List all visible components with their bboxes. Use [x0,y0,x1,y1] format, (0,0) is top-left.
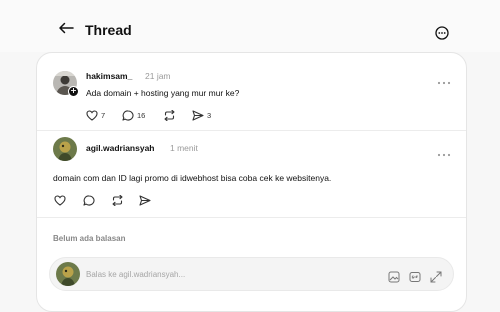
gif-button[interactable] [409,270,421,282]
repost-icon [164,110,175,121]
post-text: domain com dan ID lagi promo di idwebhos… [53,173,332,183]
repost-button[interactable] [111,195,124,206]
share-button[interactable]: 3 [192,110,211,121]
thread-card: + hakimsam_ 21 jam Ada domain + hosting … [36,52,467,312]
image-icon [388,271,400,283]
avatar-image [56,262,80,286]
expand-button[interactable] [430,270,442,283]
original-post: + hakimsam_ 21 jam Ada domain + hosting … [37,53,466,129]
comment-button[interactable]: 16 [122,110,145,121]
avatar-image [53,137,77,161]
more-options-button[interactable] [435,26,453,44]
reply-composer[interactable] [49,257,454,291]
heart-icon [54,195,66,206]
share-button[interactable] [139,195,151,206]
avatar [56,262,80,286]
like-button[interactable]: 7 [86,110,105,121]
top-bar: Thread [0,0,500,52]
like-button[interactable] [54,195,66,206]
more-circle-icon [435,26,449,40]
expand-icon [430,271,442,283]
post-text: Ada domain + hosting yang mur mur ke? [86,88,240,98]
avatar[interactable] [53,137,77,161]
comment-button[interactable] [83,195,95,206]
post-username[interactable]: hakimsam_ [86,71,132,81]
ellipsis-icon [437,81,451,85]
like-count: 7 [101,111,106,120]
section-divider [37,217,466,218]
post-more-button[interactable] [437,145,451,157]
comment-icon [83,195,95,206]
repost-button[interactable] [163,110,179,121]
post-username[interactable]: agil.wadriansyah [86,143,155,153]
comment-count: 16 [137,111,146,120]
image-button[interactable] [388,270,400,283]
ellipsis-icon [437,153,451,157]
heart-icon [86,110,98,121]
reply-input[interactable] [86,267,376,281]
follow-plus-icon[interactable]: + [68,86,79,97]
send-icon [192,110,204,121]
page-title: Thread [85,22,132,38]
share-count: 3 [207,111,212,120]
repost-icon [112,195,123,206]
comment-icon [122,110,134,121]
post-time: 1 menit [170,143,198,153]
no-replies-label: Belum ada balasan [53,234,126,243]
gif-icon [409,272,421,282]
back-button[interactable] [56,18,76,38]
post-more-button[interactable] [437,73,451,85]
reply-post: agil.wadriansyah 1 menit domain com dan … [37,131,466,215]
post-time: 21 jam [145,71,171,81]
arrow-left-icon [59,22,74,34]
send-icon [139,195,151,206]
